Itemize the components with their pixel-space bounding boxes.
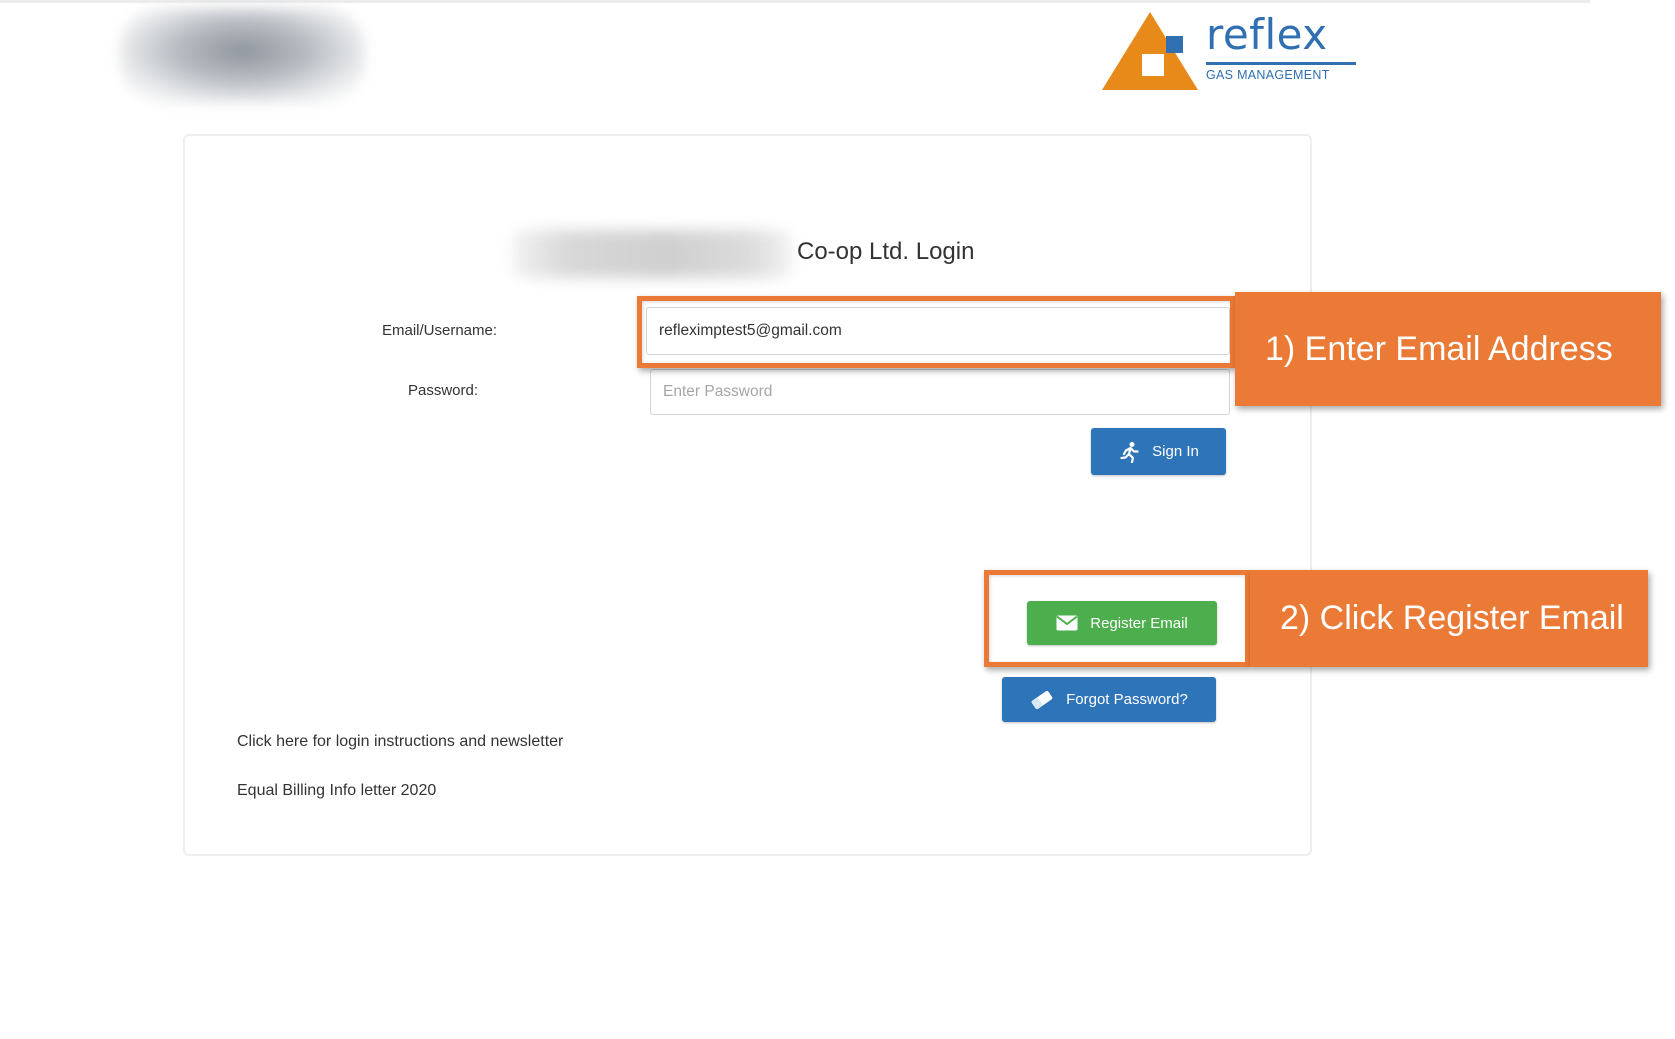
sign-in-label: Sign In [1152, 443, 1199, 460]
register-highlight-box [984, 570, 1250, 667]
email-label: Email/Username: [382, 322, 498, 339]
email-highlight-box [637, 296, 1235, 368]
login-title: Co-op Ltd. Login [797, 238, 975, 265]
reflex-logo: reflex GAS MANAGEMENT [1098, 10, 1363, 95]
page: reflex GAS MANAGEMENT Co-op Ltd. Login E… [0, 0, 1675, 1039]
callout-step-2: 2) Click Register Email [1250, 570, 1648, 667]
password-input[interactable] [650, 369, 1230, 415]
forgot-password-label: Forgot Password? [1066, 691, 1188, 708]
coop-logo-blurred [120, 8, 365, 103]
brand-underline [1206, 62, 1356, 65]
coop-name-blurred [512, 230, 792, 278]
sign-in-button[interactable]: Sign In [1091, 428, 1226, 475]
instructions-link[interactable]: Click here for login instructions and ne… [237, 733, 563, 751]
callout-step-1: 1) Enter Email Address [1235, 292, 1661, 406]
running-person-icon [1118, 441, 1140, 463]
top-divider [0, 0, 1590, 3]
brand-tagline: GAS MANAGEMENT [1206, 68, 1330, 82]
equal-billing-link[interactable]: Equal Billing Info letter 2020 [237, 782, 436, 800]
password-label: Password: [408, 382, 479, 399]
eraser-icon [1030, 689, 1054, 711]
reflex-triangle-icon [1102, 12, 1198, 90]
brand-name: reflex [1206, 10, 1328, 59]
forgot-password-button[interactable]: Forgot Password? [1002, 677, 1216, 722]
